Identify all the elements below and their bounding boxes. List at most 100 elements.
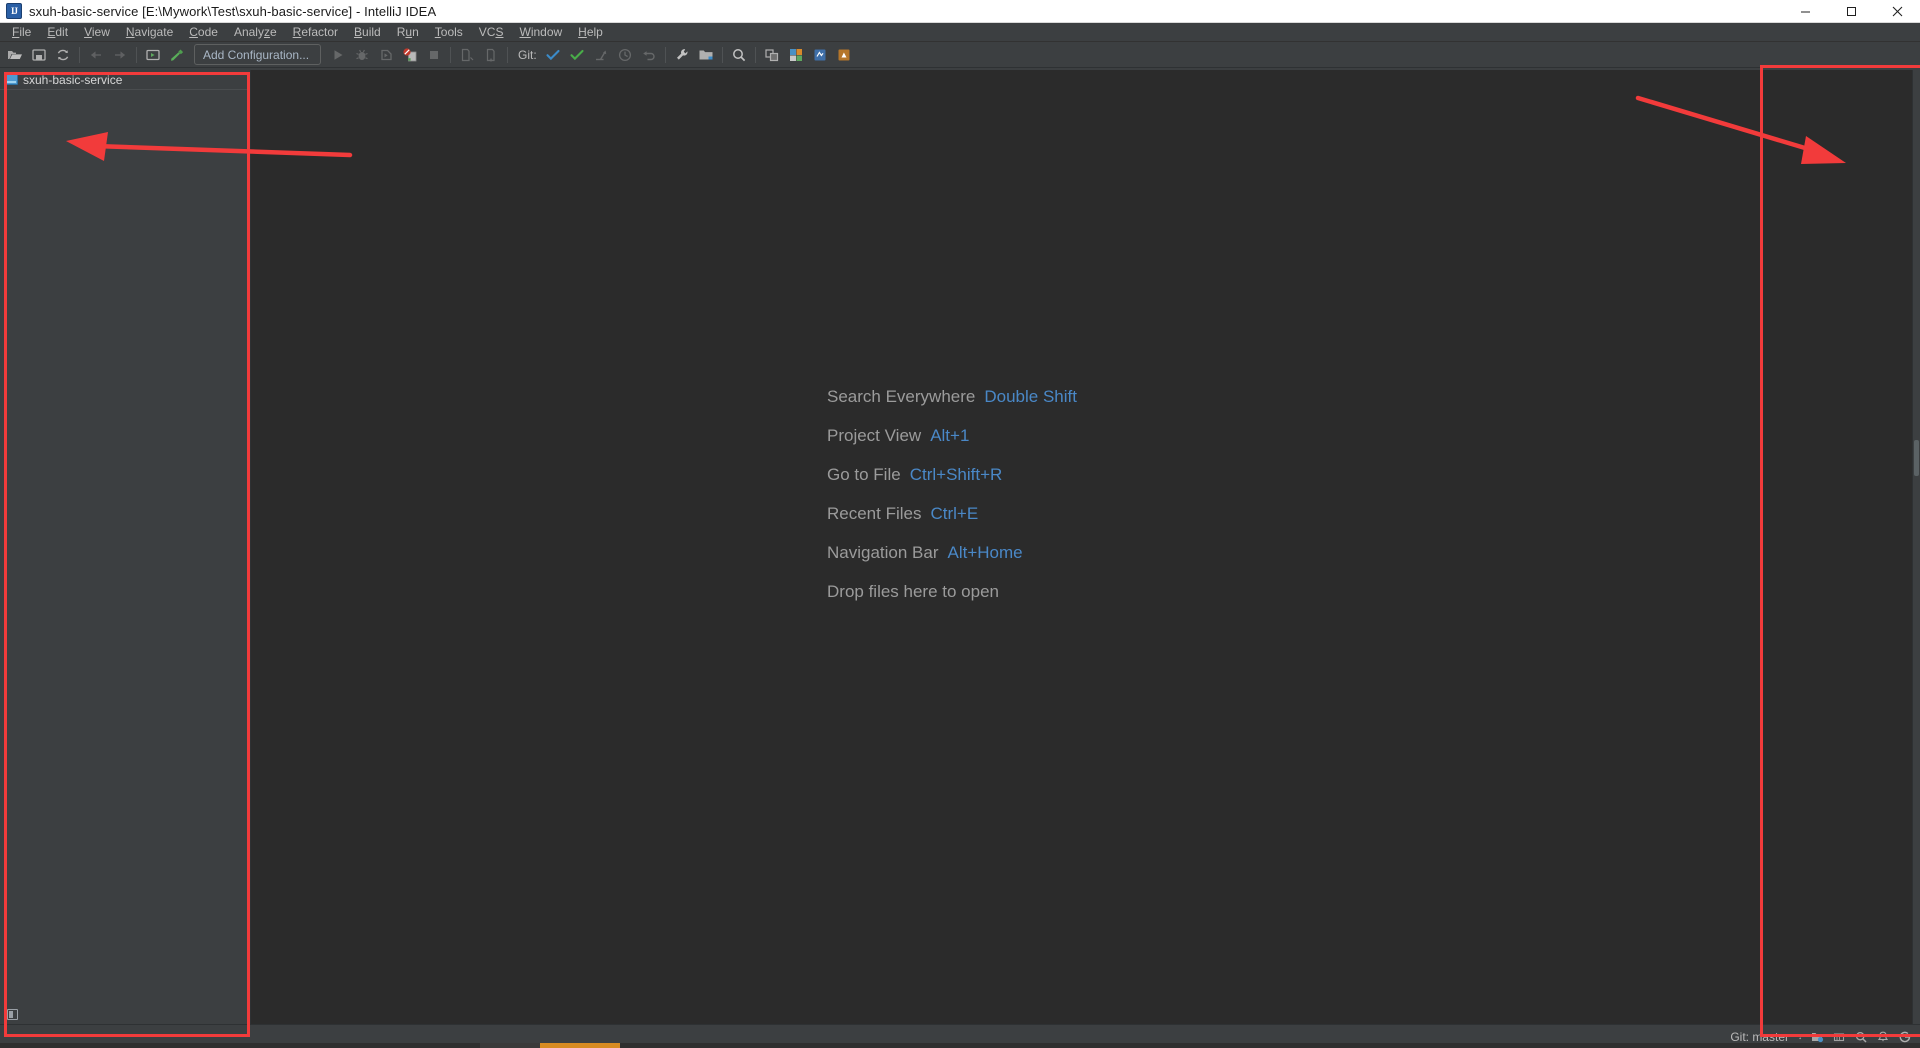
welcome-title: Drop files here to open — [827, 581, 999, 601]
workspace: sxuh-basic-service Search Everywhere Dou… — [0, 70, 1920, 1024]
menu-view[interactable]: View — [76, 23, 118, 42]
toolbar-separator — [664, 46, 666, 63]
maximize-button[interactable] — [1828, 0, 1874, 23]
toolbar-separator — [79, 46, 80, 63]
project-tree[interactable] — [0, 90, 250, 1002]
right-tool-window-strip[interactable] — [1912, 70, 1920, 1024]
git-push-icon[interactable] — [589, 43, 613, 67]
plugin-icon-amber[interactable] — [832, 43, 856, 67]
navigate-back-icon[interactable] — [84, 43, 108, 67]
open-folder-icon[interactable] — [3, 43, 27, 67]
database-icon[interactable] — [479, 43, 503, 67]
welcome-title: Recent Files — [827, 503, 922, 523]
git-branch-widget[interactable]: Git: master — [1730, 1030, 1789, 1044]
git-update-project-icon[interactable] — [541, 43, 565, 67]
welcome-shortcut: Ctrl+Shift+R — [909, 464, 1003, 484]
welcome-line-project-view: Project View Alt+1 — [827, 416, 1077, 455]
menu-edit[interactable]: Edit — [39, 23, 76, 42]
welcome-shortcut: Double Shift — [984, 386, 1077, 406]
build-project-icon[interactable] — [165, 43, 189, 67]
menu-bar: File Edit View Navigate Code Analyze Ref… — [0, 23, 1920, 42]
menu-file[interactable]: File — [4, 23, 39, 42]
taskbar-segment — [480, 1043, 540, 1048]
menu-code[interactable]: Code — [181, 23, 226, 42]
right-scrollbar-thumb[interactable] — [1914, 440, 1919, 476]
git-rollback-icon[interactable] — [637, 43, 661, 67]
debug-icon[interactable] — [350, 43, 374, 67]
branch-caret-icon[interactable]: ↕ — [1798, 1032, 1802, 1041]
inspection-icon[interactable] — [1853, 1029, 1868, 1044]
menu-vcs[interactable]: VCS — [471, 23, 512, 42]
welcome-shortcut: Alt+Home — [947, 542, 1023, 562]
project-tab-label: sxuh-basic-service — [23, 72, 123, 87]
plugin-icon-orange[interactable] — [784, 43, 808, 67]
memory-indicator-icon[interactable] — [1831, 1029, 1846, 1044]
synchronize-icon[interactable] — [51, 43, 75, 67]
project-tab[interactable]: sxuh-basic-service — [0, 70, 250, 90]
taskbar-active-app — [540, 1043, 620, 1048]
notifications-icon[interactable] — [1875, 1029, 1890, 1044]
git-label: Git: — [518, 47, 537, 62]
taskbar-segment — [0, 1043, 480, 1048]
git-commit-icon[interactable] — [565, 43, 589, 67]
menu-tools[interactable]: Tools — [427, 23, 471, 42]
menu-help[interactable]: Help — [570, 23, 611, 42]
taskbar-segment — [620, 1043, 1920, 1048]
toolbar-separator — [721, 46, 723, 63]
plugin-icon-gray[interactable] — [760, 43, 784, 67]
welcome-title: Go to File — [827, 464, 901, 484]
welcome-shortcut: Ctrl+E — [930, 503, 979, 523]
window-title: sxuh-basic-service [E:\Mywork\Test\sxuh-… — [29, 3, 437, 19]
module-icon — [5, 74, 18, 85]
settings-wrench-icon[interactable] — [670, 43, 694, 67]
search-everywhere-icon[interactable] — [727, 43, 751, 67]
menu-window[interactable]: Window — [511, 23, 570, 42]
run-icon[interactable] — [326, 43, 350, 67]
navigate-forward-icon[interactable] — [108, 43, 132, 67]
welcome-hints: Search Everywhere Double Shift Project V… — [827, 377, 1077, 611]
save-all-icon[interactable] — [27, 43, 51, 67]
welcome-line-go-to-file: Go to File Ctrl+Shift+R — [827, 455, 1077, 494]
welcome-title: Navigation Bar — [827, 542, 939, 562]
editor-area[interactable]: Search Everywhere Double Shift Project V… — [251, 70, 1912, 1024]
project-folder-icon[interactable] — [694, 43, 718, 67]
menu-run[interactable]: Run — [389, 23, 427, 42]
git-history-icon[interactable] — [613, 43, 637, 67]
toolbar-separator — [136, 46, 137, 63]
welcome-line-drop-files: Drop files here to open — [827, 572, 1077, 611]
run-with-coverage-icon[interactable] — [374, 43, 398, 67]
ide-help-icon[interactable] — [1897, 1029, 1912, 1044]
os-taskbar-sliver — [0, 1043, 1920, 1048]
stop-icon[interactable] — [422, 43, 446, 67]
run-configuration-label: Add Configuration... — [203, 47, 310, 62]
minimize-button[interactable] — [1782, 0, 1828, 23]
welcome-line-recent-files: Recent Files Ctrl+E — [827, 494, 1077, 533]
welcome-title: Search Everywhere — [827, 386, 976, 406]
window-controls — [1782, 0, 1920, 23]
project-structure-icon[interactable] — [141, 43, 165, 67]
title-bar: IJ sxuh-basic-service [E:\Mywork\Test\sx… — [0, 0, 1920, 23]
main-toolbar: Add Configuration... Git: — [0, 42, 1920, 68]
plugin-icon-blue[interactable] — [808, 43, 832, 67]
toolbar-separator — [450, 46, 451, 63]
intellij-idea-window: IJ sxuh-basic-service [E:\Mywork\Test\sx… — [0, 0, 1920, 1048]
tool-window-bar — [0, 1002, 250, 1024]
run-configuration-selector[interactable]: Add Configuration... — [194, 44, 321, 65]
menu-build[interactable]: Build — [346, 23, 389, 42]
close-button[interactable] — [1874, 0, 1920, 23]
profiler-icon[interactable] — [398, 43, 422, 67]
welcome-shortcut: Alt+1 — [930, 425, 970, 445]
project-tool-window: sxuh-basic-service — [0, 70, 251, 1024]
toolbar-separator — [507, 46, 508, 63]
welcome-line-search-everywhere: Search Everywhere Double Shift — [827, 377, 1077, 416]
menu-refactor[interactable]: Refactor — [285, 23, 346, 42]
tool-window-icon[interactable] — [7, 1009, 18, 1020]
menu-analyze[interactable]: Analyze — [226, 23, 285, 42]
menu-navigate[interactable]: Navigate — [118, 23, 181, 42]
welcome-line-navigation-bar: Navigation Bar Alt+Home — [827, 533, 1077, 572]
compare-files-icon[interactable] — [455, 43, 479, 67]
app-logo-icon: IJ — [6, 3, 22, 19]
welcome-title: Project View — [827, 425, 922, 445]
vcs-widget-icon[interactable] — [1809, 1029, 1824, 1044]
toolbar-separator — [754, 46, 756, 63]
